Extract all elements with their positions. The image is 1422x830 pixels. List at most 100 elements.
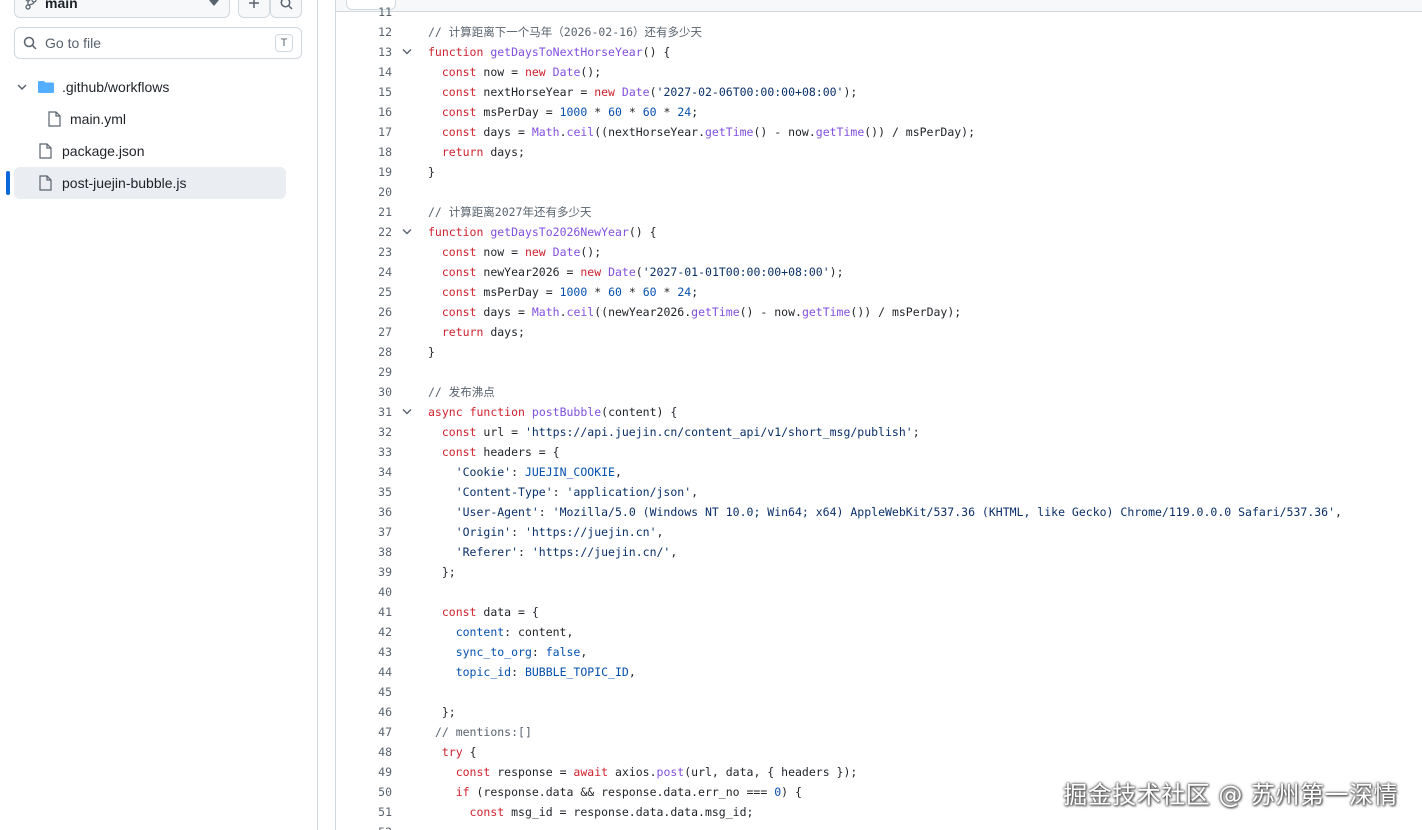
code-line: 11 — [336, 2, 1422, 22]
line-number[interactable]: 31 — [336, 402, 392, 422]
line-number[interactable]: 40 — [336, 582, 392, 602]
line-number[interactable]: 29 — [336, 362, 392, 382]
go-to-file-field[interactable]: T — [14, 27, 302, 59]
line-number[interactable]: 45 — [336, 682, 392, 702]
code-line: 27 return days; — [336, 322, 1422, 342]
code-text: const now = new Date(); — [441, 245, 602, 259]
code-text: // mentions:[] — [434, 725, 532, 739]
line-number[interactable]: 34 — [336, 462, 392, 482]
line-number[interactable]: 44 — [336, 662, 392, 682]
line-number[interactable]: 18 — [336, 142, 392, 162]
code-line: 26 const days = Math.ceil((newYear2026.g… — [336, 302, 1422, 322]
line-number[interactable]: 37 — [336, 522, 392, 542]
search-button[interactable] — [270, 0, 302, 18]
tree-item-github-workflows[interactable]: .github/workflows — [14, 71, 286, 103]
tree-item-post-juejin-bubble-js[interactable]: post-juejin-bubble.js — [14, 167, 286, 199]
add-file-button[interactable] — [238, 0, 270, 18]
line-number[interactable]: 38 — [336, 542, 392, 562]
line-number[interactable]: 46 — [336, 702, 392, 722]
code-line: 32 const url = 'https://api.juejin.cn/co… — [336, 422, 1422, 442]
code-line: 19} — [336, 162, 1422, 182]
line-number[interactable]: 30 — [336, 382, 392, 402]
file-icon — [39, 175, 52, 191]
code-line: 36 'User-Agent': 'Mozilla/5.0 (Windows N… — [336, 502, 1422, 522]
code-text: // 计算距离2027年还有多少天 — [428, 205, 592, 219]
file-icon — [48, 111, 61, 127]
line-number[interactable]: 22 — [336, 222, 392, 242]
line-number[interactable]: 42 — [336, 622, 392, 642]
line-number[interactable]: 20 — [336, 182, 392, 202]
line-number[interactable]: 14 — [336, 62, 392, 82]
selected-indicator — [6, 171, 10, 195]
code-line: 48 try { — [336, 742, 1422, 762]
line-number[interactable]: 12 — [336, 22, 392, 42]
tree-item-package-json[interactable]: package.json — [14, 135, 286, 167]
code-text: const headers = { — [441, 445, 560, 459]
code-line: 24 const newYear2026 = new Date('2027-01… — [336, 262, 1422, 282]
line-number[interactable]: 33 — [336, 442, 392, 462]
code-line: 42 content: content, — [336, 622, 1422, 642]
code-text: const response = await axios.post(url, d… — [455, 765, 858, 779]
line-number[interactable]: 48 — [336, 742, 392, 762]
code-text: }; — [428, 705, 456, 719]
tree-item-main-yml[interactable]: main.yml — [14, 103, 286, 135]
line-number[interactable]: 24 — [336, 262, 392, 282]
line-number[interactable]: 43 — [336, 642, 392, 662]
code-text: // 发布沸点 — [428, 385, 495, 399]
code-frame: 11 12 // 计算距离下一个马年（2026-02-16）还有多少天 13 funct… — [335, 0, 1422, 830]
code-line: 14 const now = new Date(); — [336, 62, 1422, 82]
line-number[interactable]: 13 — [336, 42, 392, 62]
code-line: 46 }; — [336, 702, 1422, 722]
line-number[interactable]: 21 — [336, 202, 392, 222]
code-text: const now = new Date(); — [441, 65, 602, 79]
line-number[interactable]: 23 — [336, 242, 392, 262]
line-number[interactable]: 51 — [336, 802, 392, 822]
code-text: return days; — [441, 325, 525, 339]
code-line: 39 }; — [336, 562, 1422, 582]
code-text: 'User-Agent': 'Mozilla/5.0 (Windows NT 1… — [455, 505, 1342, 519]
code-text: async function postBubble(content) { — [428, 405, 678, 419]
fold-chevron-icon[interactable] — [402, 48, 412, 56]
code-line: 45 — [336, 682, 1422, 702]
line-number[interactable]: 28 — [336, 342, 392, 362]
line-number[interactable]: 36 — [336, 502, 392, 522]
branch-selector-button[interactable]: main — [14, 0, 230, 18]
line-number[interactable]: 26 — [336, 302, 392, 322]
fold-chevron-icon[interactable] — [402, 408, 412, 416]
line-number[interactable]: 32 — [336, 422, 392, 442]
line-number[interactable]: 52 — [336, 822, 392, 830]
line-number[interactable]: 25 — [336, 282, 392, 302]
line-number[interactable]: 39 — [336, 562, 392, 582]
code-line: 12 // 计算距离下一个马年（2026-02-16）还有多少天 — [336, 22, 1422, 42]
code-line: 16 const msPerDay = 1000 * 60 * 60 * 24; — [336, 102, 1422, 122]
shortcut-key-badge: T — [275, 34, 293, 52]
line-number[interactable]: 19 — [336, 162, 392, 182]
code-text: const days = Math.ceil((newYear2026.getT… — [441, 305, 962, 319]
code-text: }; — [428, 565, 456, 579]
tree-item-label: .github/workflows — [62, 79, 170, 95]
line-number[interactable]: 17 — [336, 122, 392, 142]
code-line: 23 const now = new Date(); — [336, 242, 1422, 262]
code-text: try { — [441, 745, 477, 759]
code-text: content: content, — [455, 625, 574, 639]
code-line: 40 — [336, 582, 1422, 602]
caret-down-icon — [209, 0, 219, 6]
line-number[interactable]: 15 — [336, 82, 392, 102]
line-number[interactable]: 27 — [336, 322, 392, 342]
line-number[interactable]: 49 — [336, 762, 392, 782]
code-line: 35 'Content-Type': 'application/json', — [336, 482, 1422, 502]
code-line: 33 const headers = { — [336, 442, 1422, 462]
code-text: // 计算距离下一个马年（2026-02-16）还有多少天 — [428, 25, 703, 39]
line-number[interactable]: 35 — [336, 482, 392, 502]
code-line: 43 sync_to_org: false, — [336, 642, 1422, 662]
fold-chevron-icon[interactable] — [402, 228, 412, 236]
line-number[interactable]: 11 — [336, 2, 392, 22]
line-number[interactable]: 50 — [336, 782, 392, 802]
code-line: 31 async function postBubble(content) { — [336, 402, 1422, 422]
go-to-file-input[interactable] — [45, 35, 275, 51]
code-text: const days = Math.ceil((nextHorseYear.ge… — [441, 125, 976, 139]
line-number[interactable]: 16 — [336, 102, 392, 122]
tree-item-label: package.json — [62, 143, 145, 159]
line-number[interactable]: 41 — [336, 602, 392, 622]
line-number[interactable]: 47 — [336, 722, 392, 742]
